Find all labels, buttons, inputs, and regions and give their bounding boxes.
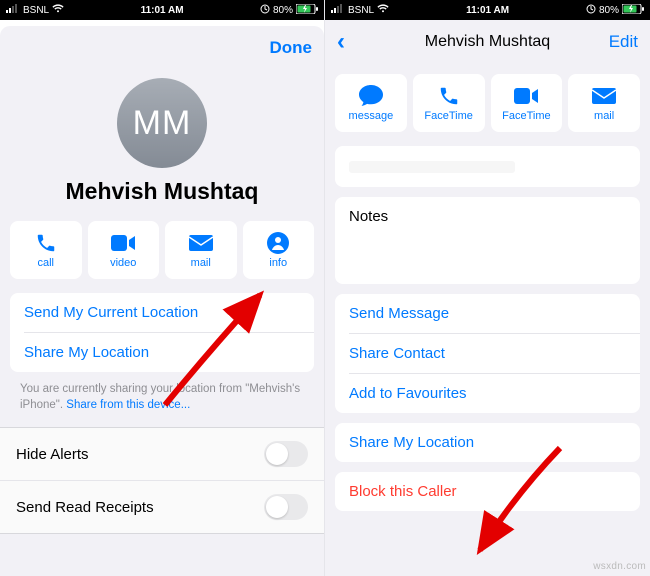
block-this-caller-button[interactable]: Block this Caller <box>335 472 640 511</box>
send-read-receipts-toggle[interactable] <box>264 494 308 520</box>
avatar-initials: MM <box>133 104 192 143</box>
share-my-location-button[interactable]: Share My Location <box>335 423 640 462</box>
mail-button[interactable]: mail <box>568 74 640 132</box>
send-read-receipts-label: Send Read Receipts <box>16 499 154 516</box>
battery-icon <box>296 4 318 17</box>
page-title: Mehvish Mushtaq <box>325 33 650 51</box>
status-time: 11:01 AM <box>141 5 184 16</box>
mail-icon <box>592 84 616 108</box>
facetime-audio-button[interactable]: FaceTime <box>413 74 485 132</box>
watermark: wsxdn.com <box>593 561 646 572</box>
video-icon <box>514 84 538 108</box>
info-button[interactable]: info <box>243 221 315 279</box>
info-label: info <box>269 257 287 269</box>
message-icon <box>359 84 383 108</box>
info-icon <box>267 231 289 255</box>
wifi-icon <box>377 4 389 16</box>
phone-card <box>335 146 640 187</box>
mail-button[interactable]: mail <box>165 221 237 279</box>
facetime-video-button[interactable]: FaceTime <box>491 74 563 132</box>
phone-icon <box>438 84 460 108</box>
notes-label: Notes <box>335 197 640 236</box>
status-bar: BSNL 11:01 AM 80% <box>0 0 324 20</box>
edit-button[interactable]: Edit <box>609 32 638 52</box>
hide-alerts-label: Hide Alerts <box>16 446 89 463</box>
call-label: call <box>37 257 54 269</box>
back-button[interactable]: ‹ <box>337 30 345 54</box>
signal-icon <box>331 4 345 16</box>
carrier-label: BSNL <box>348 5 374 16</box>
video-icon <box>111 231 135 255</box>
facetime-audio-label: FaceTime <box>424 110 473 122</box>
hide-alerts-toggle[interactable] <box>264 441 308 467</box>
message-button[interactable]: message <box>335 74 407 132</box>
send-current-location-button[interactable]: Send My Current Location <box>10 293 314 332</box>
message-label: message <box>349 110 394 122</box>
facetime-video-label: FaceTime <box>502 110 551 122</box>
battery-icon <box>622 4 644 17</box>
share-contact-button[interactable]: Share Contact <box>335 334 640 373</box>
mail-icon <box>189 231 213 255</box>
done-button[interactable]: Done <box>270 38 313 58</box>
status-bar: BSNL 11:01 AM 80% <box>325 0 650 20</box>
battery-percent: 80% <box>599 5 619 16</box>
redacted-phone <box>349 161 515 173</box>
call-button[interactable]: call <box>10 221 82 279</box>
mail-label: mail <box>594 110 614 122</box>
contact-name: Mehvish Mushtaq <box>66 178 259 205</box>
location-sharing-note: You are currently sharing your location … <box>0 382 324 421</box>
share-from-device-link[interactable]: Share from this device... <box>66 399 190 411</box>
phone-icon <box>35 231 57 255</box>
send-message-button[interactable]: Send Message <box>335 294 640 333</box>
nav-bar: ‹ Mehvish Mushtaq Edit <box>325 20 650 64</box>
mail-label: mail <box>191 257 211 269</box>
modal-nav: Done <box>0 26 324 70</box>
status-time: 11:01 AM <box>466 5 509 16</box>
battery-percent: 80% <box>273 5 293 16</box>
carrier-label: BSNL <box>23 5 49 16</box>
signal-icon <box>6 4 20 16</box>
wifi-icon <box>52 4 64 16</box>
add-to-favourites-button[interactable]: Add to Favourites <box>335 374 640 413</box>
share-my-location-button[interactable]: Share My Location <box>10 333 314 372</box>
rotation-lock-icon <box>260 4 270 17</box>
rotation-lock-icon <box>586 4 596 17</box>
video-label: video <box>110 257 136 269</box>
notes-field[interactable] <box>335 236 640 284</box>
video-button[interactable]: video <box>88 221 160 279</box>
avatar: MM <box>117 78 207 168</box>
